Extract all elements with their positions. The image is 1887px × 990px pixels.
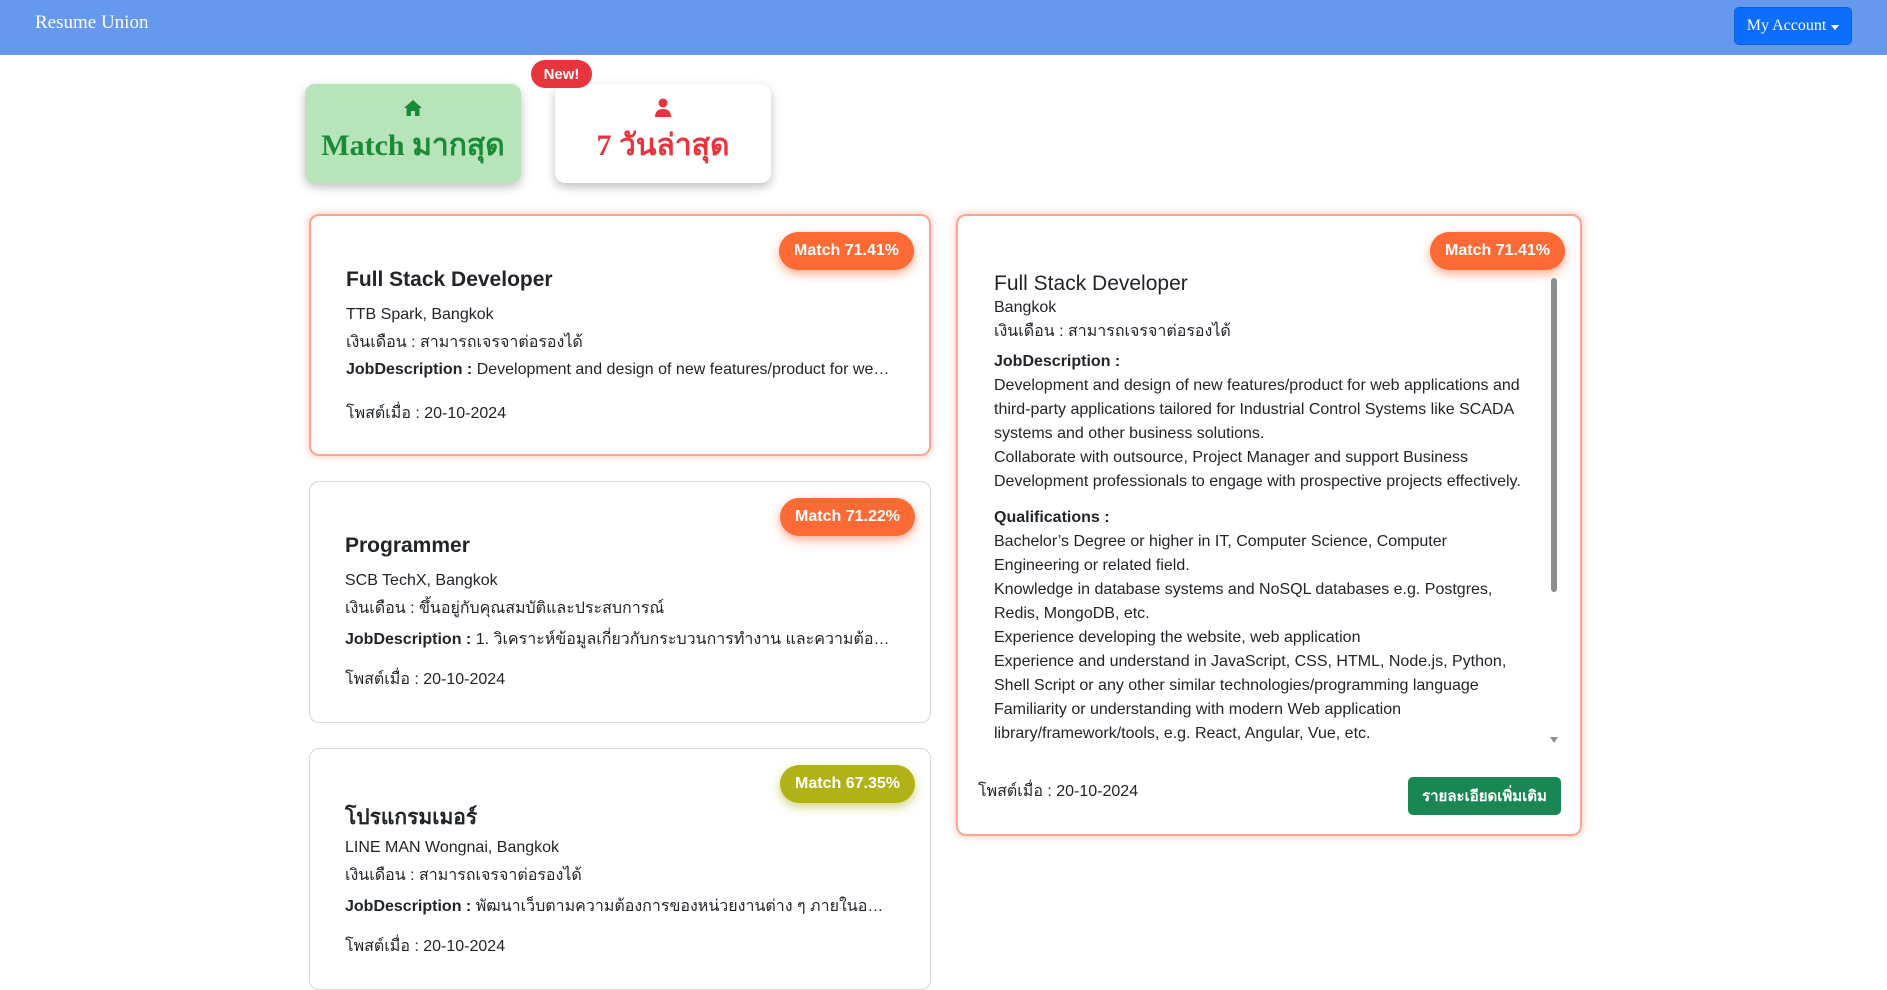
detail-qualification-line: Shell Script or any other similar techno… bbox=[994, 677, 1479, 694]
job-company: SCB TechX, Bangkok bbox=[345, 572, 498, 589]
detail-scrollbar[interactable] bbox=[1548, 278, 1560, 748]
user-icon bbox=[655, 98, 671, 117]
detail-qualification-line: library/framework/tools, e.g. React, Ang… bbox=[994, 725, 1371, 742]
job-salary: เงินเดือน : ขึ้นอยู่กับคุณสมบัติและประสบ… bbox=[345, 600, 665, 617]
my-account-dropdown[interactable]: My Account bbox=[1734, 7, 1852, 45]
detail-job-title: Full Stack Developer bbox=[994, 272, 1188, 295]
job-title: Programmer bbox=[345, 534, 470, 557]
detail-description-line: systems and other business solutions. bbox=[994, 425, 1265, 442]
job-salary: เงินเดือน : สามารถเจรจาต่อรองได้ bbox=[346, 334, 583, 351]
job-description-text: 1. วิเคราะห์ข้อมูลเกี่ยวกับกระบวนการทำงา… bbox=[475, 631, 890, 648]
detail-description-line: third-party applications tailored for In… bbox=[994, 401, 1515, 418]
detail-description-label: JobDescription : bbox=[994, 353, 1121, 370]
job-title: Full Stack Developer bbox=[346, 268, 553, 291]
detail-description-line: Development professionals to engage with… bbox=[994, 473, 1521, 490]
detail-qualification-line: Knowledge in database systems and NoSQL … bbox=[994, 581, 1493, 598]
detail-qualification-line: Experience and understand in JavaScript,… bbox=[994, 653, 1507, 670]
job-description-label: JobDescription : bbox=[346, 361, 473, 378]
top-navbar: Resume Union My Account bbox=[0, 0, 1887, 55]
job-card[interactable]: Match 71.41% Full Stack Developer TTB Sp… bbox=[309, 214, 931, 456]
detail-qualifications-label: Qualifications : bbox=[994, 509, 1110, 526]
job-description: JobDescription : 1. วิเคราะห์ข้อมูลเกี่ย… bbox=[345, 627, 890, 652]
more-details-button[interactable]: รายละเอียดเพิ่มเติม bbox=[1408, 777, 1561, 815]
detail-qualification-line: Engineering or related field. bbox=[994, 557, 1190, 574]
tab-last-7-days-label: 7 วันล่าสุด bbox=[596, 129, 730, 162]
scrollbar-thumb[interactable] bbox=[1551, 278, 1557, 592]
match-badge: Match 67.35% bbox=[780, 765, 915, 803]
tab-best-match[interactable]: Match มากสุด bbox=[305, 84, 521, 183]
brand-logo[interactable]: Resume Union bbox=[35, 12, 148, 34]
detail-location: Bangkok bbox=[994, 299, 1057, 316]
job-posted-date: โพสต์เมื่อ : 20-10-2024 bbox=[345, 938, 506, 955]
my-account-label: My Account bbox=[1746, 17, 1827, 34]
match-badge: Match 71.22% bbox=[780, 498, 915, 536]
detail-scroll-area[interactable]: Full Stack Developer Bangkok เงินเดือน :… bbox=[994, 271, 1534, 746]
detail-qualification-line: Experience developing the website, web a… bbox=[994, 629, 1361, 646]
job-description: JobDescription : พัฒนาเว็บตามความต้องการ… bbox=[345, 894, 890, 919]
caret-down-icon bbox=[1831, 24, 1840, 30]
job-description-text: พัฒนาเว็บตามความต้องการของหน่วยงานต่าง ๆ… bbox=[475, 898, 890, 915]
detail-match-badge: Match 71.41% bbox=[1430, 232, 1565, 270]
match-badge: Match 71.41% bbox=[779, 232, 914, 270]
detail-description-line: Collaborate with outsource, Project Mana… bbox=[994, 449, 1469, 466]
job-title: โปรแกรมเมอร์ bbox=[345, 806, 478, 829]
job-salary: เงินเดือน : สามารถเจรจาต่อรองได้ bbox=[345, 867, 582, 884]
tab-best-match-label: Match มากสุด bbox=[321, 129, 505, 162]
job-company: LINE MAN Wongnai, Bangkok bbox=[345, 839, 560, 856]
home-icon bbox=[404, 100, 422, 116]
job-detail-panel: Match 71.41% Full Stack Developer Bangko… bbox=[956, 214, 1582, 836]
job-description-text: Development and design of new features/p… bbox=[476, 361, 891, 378]
new-badge: New! bbox=[531, 60, 592, 88]
tab-last-7-days[interactable]: 7 วันล่าสุด bbox=[555, 84, 771, 183]
detail-qualification-line: Redis, MongoDB, etc. bbox=[994, 605, 1150, 622]
job-card[interactable]: Match 67.35% โปรแกรมเมอร์ LINE MAN Wongn… bbox=[309, 748, 931, 990]
job-description-label: JobDescription : bbox=[345, 898, 472, 915]
job-description-label: JobDescription : bbox=[345, 631, 472, 648]
scroll-down-arrow-icon[interactable] bbox=[1550, 737, 1558, 743]
job-posted-date: โพสต์เมื่อ : 20-10-2024 bbox=[346, 405, 507, 422]
detail-qualification-line: Familiarity or understanding with modern… bbox=[994, 701, 1402, 718]
job-company: TTB Spark, Bangkok bbox=[346, 306, 494, 323]
job-description: JobDescription : Development and design … bbox=[346, 361, 891, 379]
detail-salary: เงินเดือน : สามารถเจรจาต่อรองได้ bbox=[994, 323, 1231, 340]
detail-posted-date: โพสต์เมื่อ : 20-10-2024 bbox=[978, 783, 1139, 800]
detail-qualification-line: Bachelor’s Degree or higher in IT, Compu… bbox=[994, 533, 1447, 550]
job-card[interactable]: Match 71.22% Programmer SCB TechX, Bangk… bbox=[309, 481, 931, 723]
job-posted-date: โพสต์เมื่อ : 20-10-2024 bbox=[345, 671, 506, 688]
detail-description-line: Development and design of new features/p… bbox=[994, 377, 1520, 394]
